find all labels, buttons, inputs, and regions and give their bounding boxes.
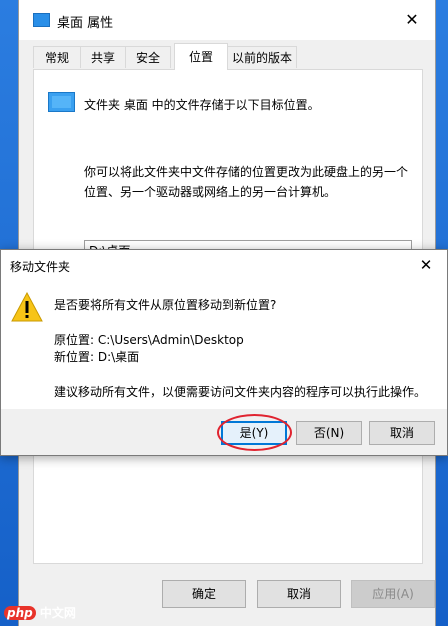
dialog-footer: 是(Y) 否(N) 取消 xyxy=(1,409,447,455)
cancel-button[interactable]: 取消 xyxy=(257,580,341,608)
dialog-cancel-button[interactable]: 取消 xyxy=(369,421,435,445)
tab-previous-versions[interactable]: 以前的版本 xyxy=(227,46,297,68)
source-location: 原位置: C:\Users\Admin\Desktop xyxy=(54,333,244,347)
location-info-text: 文件夹 桌面 中的文件存储于以下目标位置。 xyxy=(84,98,320,112)
ok-button[interactable]: 确定 xyxy=(162,580,246,608)
properties-titlebar[interactable]: 桌面 属性 ✕ xyxy=(19,0,435,40)
properties-title: 桌面 属性 xyxy=(57,16,114,31)
dialog-question: 是否要将所有文件从原位置移动到新位置? xyxy=(54,298,277,312)
watermark-site: 中文网 xyxy=(39,606,76,620)
folder-icon xyxy=(48,92,75,112)
watermark-logo: php xyxy=(4,606,36,620)
desktop-folder-icon xyxy=(33,13,50,27)
apply-button[interactable]: 应用(A) xyxy=(351,580,435,608)
watermark: php 中文网 xyxy=(4,604,76,621)
dialog-close-button[interactable]: ✕ xyxy=(411,253,441,277)
dialog-advice: 建议移动所有文件，以便需要访问文件夹内容的程序可以执行此操作。 xyxy=(54,385,427,399)
tab-general[interactable]: 常规 xyxy=(33,46,81,68)
location-description: 你可以将此文件夹中文件存储的位置更改为此硬盘上的另一个位置、另一个驱动器或网络上… xyxy=(84,165,409,199)
tab-security[interactable]: 安全 xyxy=(125,46,171,68)
move-folder-dialog: 移动文件夹 ✕ 是否要将所有文件从原位置移动到新位置? 原位置: C:\User… xyxy=(0,249,448,456)
destination-location: 新位置: D:\桌面 xyxy=(54,350,140,364)
tab-location[interactable]: 位置 xyxy=(174,43,228,70)
properties-close-button[interactable]: ✕ xyxy=(389,0,435,40)
warning-icon xyxy=(11,292,43,322)
tab-sharing[interactable]: 共享 xyxy=(80,46,126,68)
dialog-title: 移动文件夹 xyxy=(10,260,71,274)
yes-button[interactable]: 是(Y) xyxy=(221,421,287,445)
no-button[interactable]: 否(N) xyxy=(296,421,362,445)
